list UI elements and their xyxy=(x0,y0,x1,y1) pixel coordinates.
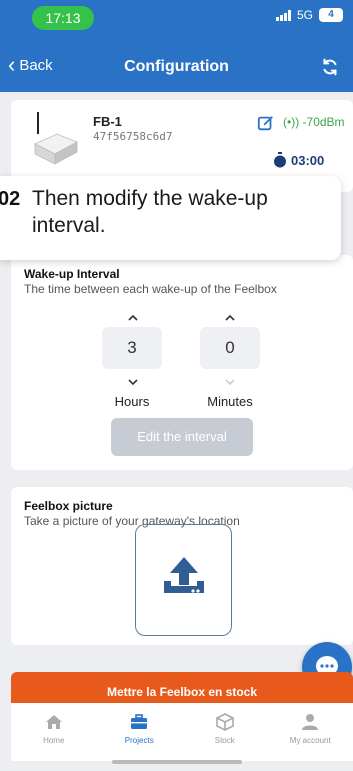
tab-projects[interactable]: Projects xyxy=(97,703,183,761)
home-indicator xyxy=(112,760,242,764)
feelbox-picture-card: Feelbox picture Take a picture of your g… xyxy=(11,487,353,645)
onboarding-tooltip: 02 Then modify the wake-up interval. xyxy=(0,176,341,260)
wakeup-interval-card: Wake-up Interval The time between each w… xyxy=(11,255,353,470)
tab-stock[interactable]: Stock xyxy=(182,703,268,761)
timer-value: 03:00 xyxy=(291,152,325,168)
network-type: 5G xyxy=(296,8,313,22)
status-time: 17:13 xyxy=(32,6,94,30)
hours-value[interactable]: 3 xyxy=(102,327,162,369)
refresh-icon[interactable] xyxy=(319,56,341,78)
status-indicators: 5G 4 xyxy=(275,8,343,22)
tab-home[interactable]: Home xyxy=(11,703,97,761)
hours-decrement-chevron-down-icon[interactable] xyxy=(125,377,141,387)
tab-label-stock: Stock xyxy=(214,736,235,745)
wakeup-title: Wake-up Interval xyxy=(24,267,120,281)
upload-picture-button[interactable] xyxy=(135,524,232,636)
device-id: 47f56758c6d7 xyxy=(93,130,173,143)
upload-icon xyxy=(164,557,204,593)
gateway-device-image xyxy=(34,112,78,165)
cellular-signal-icon xyxy=(275,9,291,21)
page-title: Configuration xyxy=(124,58,229,75)
tooltip-step-number: 02 xyxy=(0,188,21,210)
minutes-label: Minutes xyxy=(207,394,253,409)
picture-title: Feelbox picture xyxy=(24,499,113,513)
box-icon xyxy=(215,713,234,731)
minutes-increment-chevron-up-icon[interactable] xyxy=(222,313,238,323)
edit-interval-button[interactable]: Edit the interval xyxy=(111,418,253,456)
signal-strength: (•)) -70dBm xyxy=(283,115,345,129)
home-icon xyxy=(45,715,62,729)
minutes-decrement-chevron-down-icon[interactable] xyxy=(222,377,238,387)
app-header: 17:13 5G 4 ‹ Back Configuration xyxy=(0,0,353,92)
edit-icon[interactable] xyxy=(257,114,275,132)
user-icon xyxy=(302,714,319,730)
tab-label-projects: Projects xyxy=(124,736,154,745)
timer-display: 03:00 xyxy=(273,152,324,168)
hours-increment-chevron-up-icon[interactable] xyxy=(125,313,141,323)
tab-my-account[interactable]: My account xyxy=(268,703,353,761)
tooltip-text: Then modify the wake-up interval. xyxy=(32,187,268,237)
wakeup-subtitle: The time between each wake-up of the Fee… xyxy=(24,282,277,296)
hours-label: Hours xyxy=(114,394,150,409)
tab-label-home: Home xyxy=(43,736,65,745)
stopwatch-icon xyxy=(274,152,286,168)
bottom-tab-bar: Home Projects Stock My account xyxy=(11,703,353,761)
minutes-value[interactable]: 0 xyxy=(200,327,260,369)
battery-icon: 4 xyxy=(319,8,343,22)
briefcase-icon xyxy=(131,714,148,729)
tab-label-my-account: My account xyxy=(289,736,331,745)
device-name: FB-1 xyxy=(93,114,122,129)
